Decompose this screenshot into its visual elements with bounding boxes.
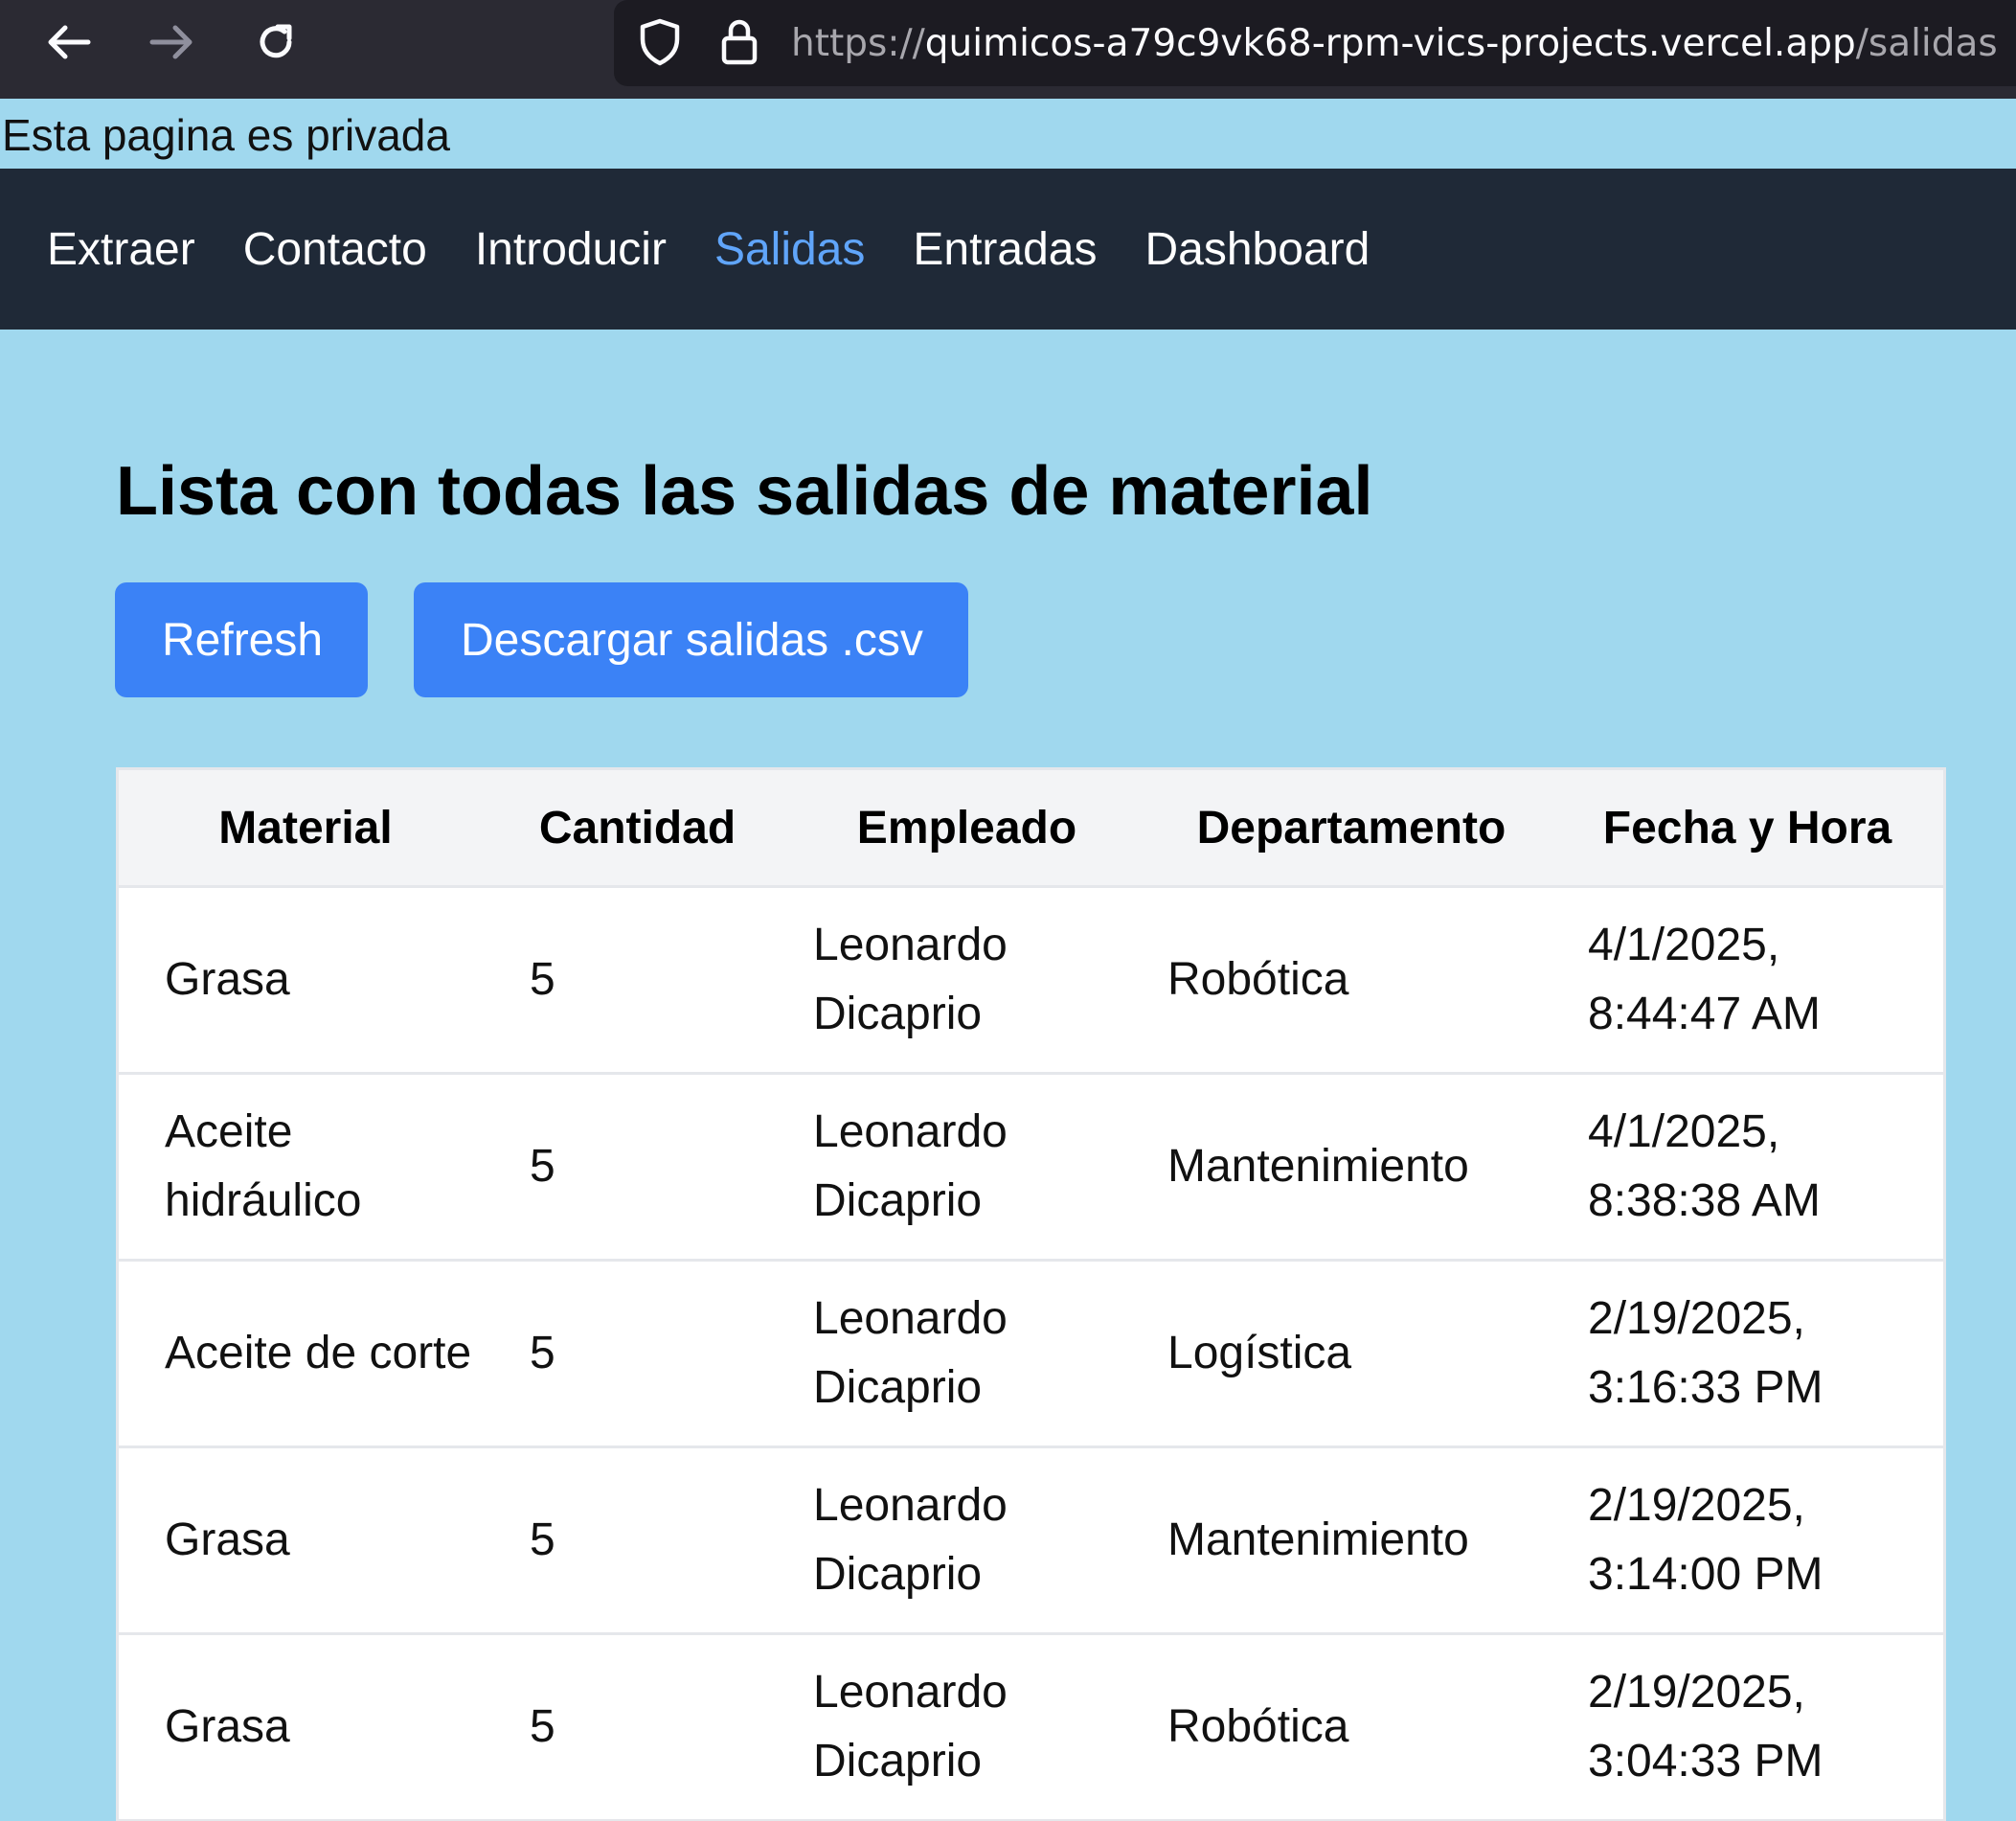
table-row: Grasa 5 Leonardo Dicaprio Robótica 2/19/… <box>119 1633 1943 1821</box>
cell-fecha-hora: 2/19/2025, 3:14:00 PM <box>1552 1446 1943 1635</box>
back-arrow-icon[interactable] <box>40 13 98 71</box>
header-material: Material <box>119 770 492 888</box>
cell-material: Grasa <box>119 1446 492 1635</box>
nav-item-extraer[interactable]: Extraer <box>47 223 195 276</box>
cell-cantidad: 5 <box>492 886 782 1075</box>
lock-icon[interactable] <box>713 15 766 69</box>
download-csv-button[interactable]: Descargar salidas .csv <box>414 582 968 697</box>
cell-empleado: Leonardo Dicaprio <box>782 1073 1151 1262</box>
cell-empleado: Leonardo Dicaprio <box>782 1260 1151 1448</box>
cell-departamento: Robótica <box>1151 886 1552 1075</box>
private-page-banner: Esta pagina es privada <box>0 99 2016 169</box>
header-departamento: Departamento <box>1151 770 1552 888</box>
reload-icon[interactable] <box>247 13 305 71</box>
cell-material: Grasa <box>119 1633 492 1821</box>
cell-fecha-hora: 4/1/2025, 8:44:47 AM <box>1552 886 1943 1075</box>
cell-fecha-hora: 2/19/2025, 3:04:33 PM <box>1552 1633 1943 1821</box>
url-scheme: https:// <box>791 22 925 65</box>
table-row: Grasa 5 Leonardo Dicaprio Mantenimiento … <box>119 1446 1943 1635</box>
cell-cantidad: 5 <box>492 1633 782 1821</box>
table-row: Aceite hidráulico 5 Leonardo Dicaprio Ma… <box>119 1073 1943 1262</box>
nav-item-salidas[interactable]: Salidas <box>714 223 865 276</box>
cell-fecha-hora: 4/1/2025, 8:38:38 AM <box>1552 1073 1943 1262</box>
cell-material: Aceite hidráulico <box>119 1073 492 1262</box>
main-navigation: Extraer Contacto Introducir Salidas Entr… <box>0 169 2016 330</box>
cell-departamento: Mantenimiento <box>1151 1446 1552 1635</box>
url-path: /salidas <box>1855 22 1998 65</box>
url-text[interactable]: https://quimicos-a79c9vk68-rpm-vics-proj… <box>791 0 1998 86</box>
forward-arrow-icon[interactable] <box>143 13 200 71</box>
shield-icon[interactable] <box>633 15 687 69</box>
header-empleado: Empleado <box>782 770 1151 888</box>
cell-empleado: Leonardo Dicaprio <box>782 1633 1151 1821</box>
nav-item-entradas[interactable]: Entradas <box>913 223 1097 276</box>
header-fecha-hora: Fecha y Hora <box>1552 770 1943 888</box>
cell-departamento: Mantenimiento <box>1151 1073 1552 1262</box>
salidas-table: Material Cantidad Empleado Departamento … <box>119 770 1943 1821</box>
page-title: Lista con todas las salidas de material <box>116 453 1373 530</box>
cell-departamento: Logística <box>1151 1260 1552 1448</box>
nav-item-contacto[interactable]: Contacto <box>243 223 427 276</box>
nav-item-introducir[interactable]: Introducir <box>475 223 667 276</box>
nav-item-dashboard[interactable]: Dashboard <box>1145 223 1370 276</box>
url-host: quimicos-a79c9vk68-rpm-vics-projects.ver… <box>924 22 1856 65</box>
cell-empleado: Leonardo Dicaprio <box>782 1446 1151 1635</box>
table-header-row: Material Cantidad Empleado Departamento … <box>119 770 1943 888</box>
cell-departamento: Robótica <box>1151 1633 1552 1821</box>
table-row: Grasa 5 Leonardo Dicaprio Robótica 4/1/2… <box>119 886 1943 1075</box>
salidas-table-container: Material Cantidad Empleado Departamento … <box>116 767 1946 1821</box>
cell-material: Aceite de corte <box>119 1260 492 1448</box>
header-cantidad: Cantidad <box>492 770 782 888</box>
cell-fecha-hora: 2/19/2025, 3:16:33 PM <box>1552 1260 1943 1448</box>
cell-cantidad: 5 <box>492 1260 782 1448</box>
table-row: Aceite de corte 5 Leonardo Dicaprio Logí… <box>119 1260 1943 1448</box>
cell-cantidad: 5 <box>492 1446 782 1635</box>
browser-toolbar: https://quimicos-a79c9vk68-rpm-vics-proj… <box>0 0 2016 99</box>
refresh-button[interactable]: Refresh <box>115 582 368 697</box>
url-bar[interactable]: https://quimicos-a79c9vk68-rpm-vics-proj… <box>614 0 2016 86</box>
cell-empleado: Leonardo Dicaprio <box>782 886 1151 1075</box>
cell-cantidad: 5 <box>492 1073 782 1262</box>
cell-material: Grasa <box>119 886 492 1075</box>
